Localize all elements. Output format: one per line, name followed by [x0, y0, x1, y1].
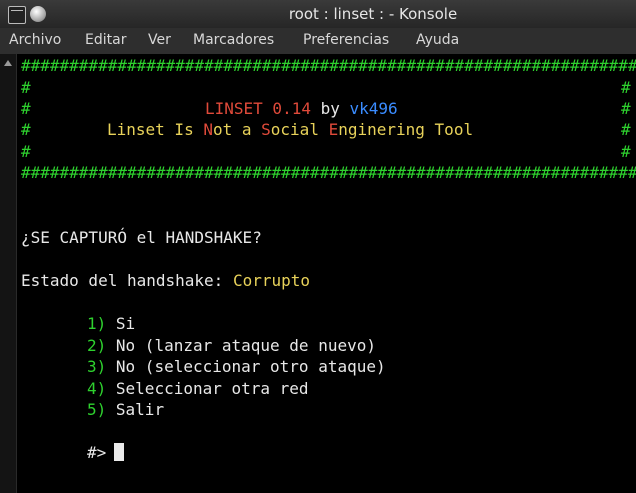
terminal-scrollbar[interactable] [0, 54, 17, 493]
option-item[interactable]: 3) No (seleccionar otro ataque) [87, 357, 386, 377]
window-title: root : linset : - Konsole [288, 5, 458, 23]
menu-archivo[interactable]: Archivo [9, 32, 61, 48]
banner-side-right: # [621, 142, 631, 161]
banner-side-right: # [621, 99, 631, 118]
banner-title: LINSET 0.14 by vk496 [205, 99, 398, 119]
menu-preferencias[interactable]: Preferencias [303, 32, 389, 48]
banner-side-left: # [21, 120, 31, 139]
option-item[interactable]: 2) No (lanzar ataque de nuevo) [87, 336, 376, 356]
tagline-letter-n: N [203, 120, 213, 139]
option-item[interactable]: 1) Si [87, 314, 135, 334]
banner-side-left: # [21, 78, 31, 97]
option-label: Salir [115, 400, 165, 419]
command-prompt[interactable]: #> [87, 443, 125, 463]
option-item[interactable]: 5) Salir [87, 400, 164, 420]
handshake-status: Estado del handshake: Corrupto [21, 271, 310, 291]
prompt-symbol: #> [87, 443, 107, 462]
menu-marcadores[interactable]: Marcadores [193, 32, 274, 48]
by-text: by [320, 99, 340, 118]
status-value: Corrupto [232, 271, 310, 290]
banner-side-right: # [621, 120, 631, 139]
option-label: No (lanzar ataque de nuevo) [115, 336, 376, 355]
tagline-letter-s: S [261, 120, 271, 139]
option-number: 2) [87, 336, 107, 355]
handshake-question: ¿SE CAPTURÓ el HANDSHAKE? [21, 228, 262, 247]
menu-ayuda[interactable]: Ayuda [416, 32, 459, 48]
option-item[interactable]: 4) Seleccionar otra red [87, 379, 309, 399]
menu-ver[interactable]: Ver [148, 32, 171, 48]
option-label: Seleccionar otra red [115, 379, 309, 398]
menu-bar: Archivo Editar Ver Marcadores Preferenci… [0, 28, 636, 54]
option-number: 4) [87, 379, 107, 398]
status-label: Estado del handshake: [21, 271, 224, 290]
app-name: LINSET 0.14 [205, 99, 311, 118]
author: vk496 [349, 99, 398, 118]
option-number: 3) [87, 357, 107, 376]
tagline-part: Linset Is [107, 120, 204, 139]
menu-editar[interactable]: Editar [85, 32, 126, 48]
tagline-part: ocial [270, 120, 329, 139]
text-cursor [114, 443, 125, 461]
scroll-up-arrow-icon[interactable] [4, 60, 12, 66]
window-titlebar[interactable]: root : linset : - Konsole [0, 0, 636, 28]
option-label: Si [115, 314, 136, 333]
banner-side-left: # [21, 99, 31, 118]
tagline-part: nginering Tool [338, 120, 474, 139]
banner-border-top: ########################################… [21, 56, 636, 75]
tagline-part: ot a [212, 120, 262, 139]
banner-tagline: Linset Is Not a Social Enginering Tool [107, 120, 473, 140]
banner-side-left: # [21, 142, 31, 161]
banner-border-bottom: ########################################… [21, 163, 636, 182]
option-number: 1) [87, 314, 107, 333]
banner-side-right: # [621, 78, 631, 97]
option-number: 5) [87, 400, 107, 419]
option-label: No (seleccionar otro ataque) [115, 357, 386, 376]
tagline-letter-e: E [328, 120, 339, 139]
